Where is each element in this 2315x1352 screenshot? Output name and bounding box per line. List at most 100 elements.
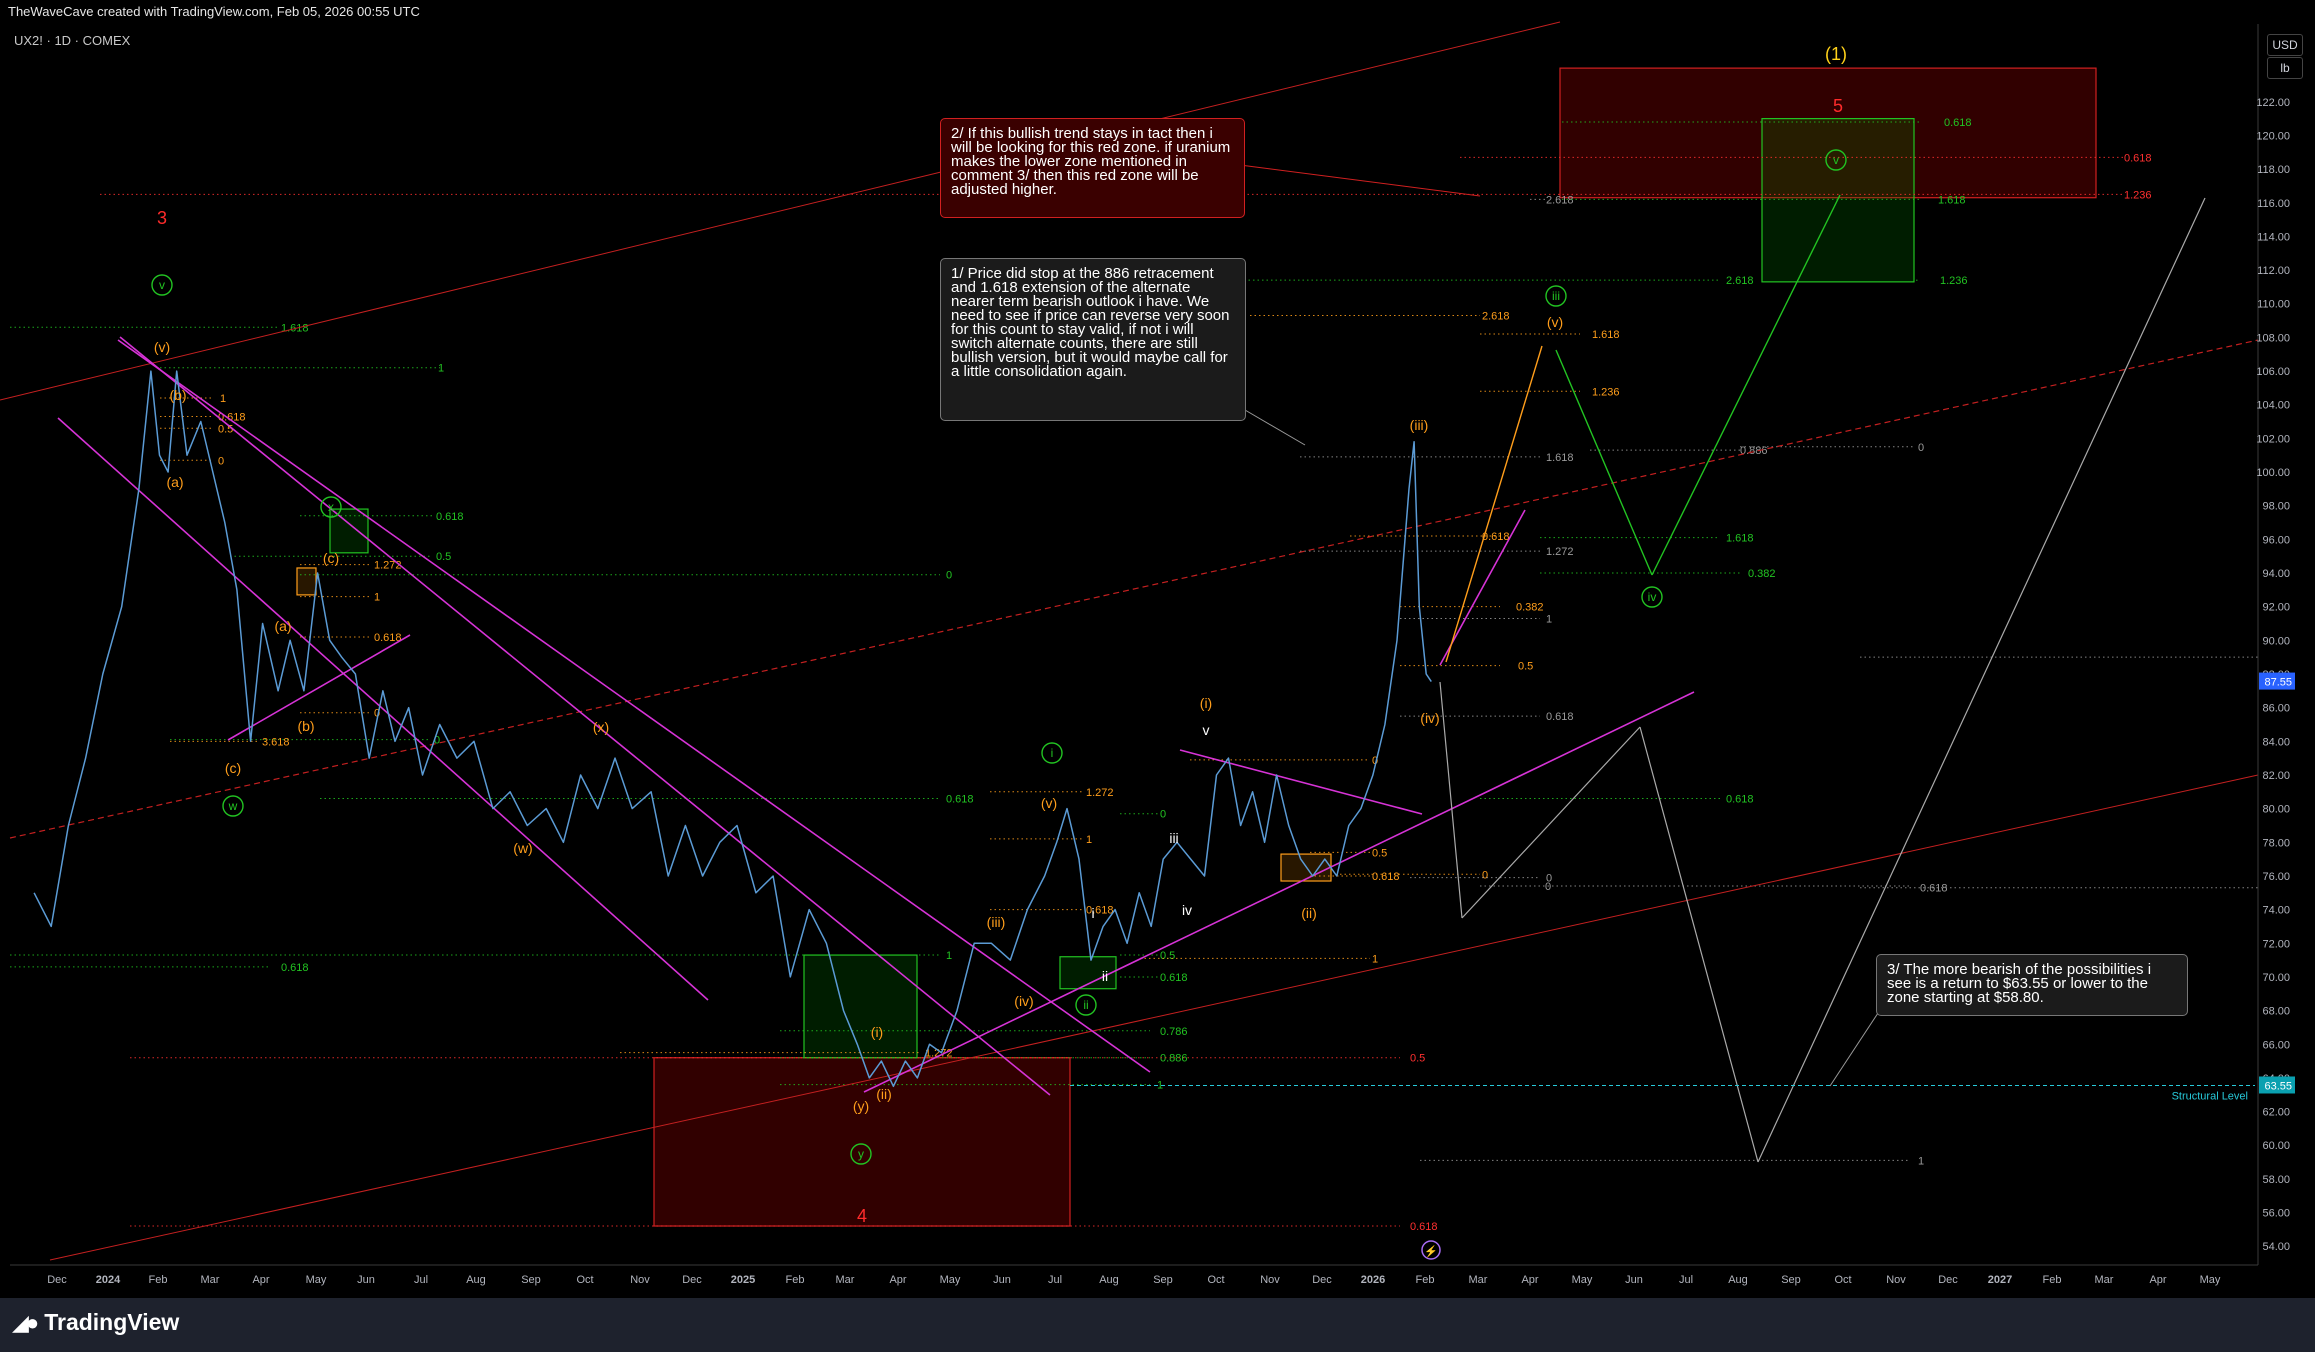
wave-label: (a) (274, 618, 291, 634)
wave-label: v (159, 278, 165, 292)
fib-level-label: 3.618 (262, 736, 290, 748)
fib-level-label: 2.618 (1726, 275, 1754, 287)
wave-label: ii (1102, 968, 1108, 984)
fib-level-label: 1 (946, 950, 952, 962)
x-tick-label: Nov (1260, 1274, 1280, 1286)
fib-level-label: 0.618 (1920, 883, 1948, 895)
x-tick-label: Dec (47, 1274, 67, 1286)
y-tick-label: 108.00 (2256, 332, 2290, 344)
wave-label: (w) (513, 840, 532, 856)
fib-level-label: 0.618 (1410, 1221, 1438, 1233)
y-tick-label: 54.00 (2262, 1241, 2290, 1253)
zone-orange (296, 567, 317, 596)
y-tick-label: 66.00 (2262, 1039, 2290, 1051)
x-tick-label: Jun (993, 1274, 1011, 1286)
note1-pointer (1244, 409, 1306, 446)
y-tick-label: 76.00 (2262, 871, 2290, 883)
wave-label: (a) (166, 474, 183, 490)
callout-note-2: 2/ If this bullish trend stays in tact t… (940, 118, 1245, 218)
x-tick-label: Dec (682, 1274, 702, 1286)
y-tick-label: 86.00 (2262, 703, 2290, 715)
fib-level-label: 0.618 (1944, 117, 1972, 129)
x-tick-label: Apr (1521, 1274, 1538, 1286)
y-tick-label: 74.00 (2262, 905, 2290, 917)
x-tick-label: Mar (836, 1274, 855, 1286)
fib-level-label: 1.272 (1086, 787, 1114, 799)
y-tick-label: 112.00 (2257, 265, 2290, 277)
y-tick-label: 102.00 (2256, 433, 2290, 445)
projection-gray-4 (1757, 197, 2206, 1163)
wave-label: ii (1083, 998, 1088, 1012)
fib-level-label: 1.236 (2124, 189, 2152, 201)
wave-label: (ii) (1301, 905, 1317, 921)
fib-level-label: 1.618 (1546, 452, 1574, 464)
y-tick-label: 84.00 (2262, 736, 2290, 748)
y-tick-label: 106.00 (2256, 366, 2290, 378)
wave-label: (v) (1547, 314, 1563, 330)
wave-label: (iii) (987, 914, 1006, 930)
fib-level-label: 0.618 (436, 511, 464, 523)
downtrend-line-2 (119, 336, 1051, 1096)
x-tick-label: Jul (1048, 1274, 1062, 1286)
x-tick-label: Dec (1938, 1274, 1958, 1286)
x-tick-label: 2024 (96, 1274, 121, 1286)
wave-label: (x) (593, 719, 609, 735)
fib-level-label: 0 (1482, 869, 1488, 881)
unit-button[interactable]: lb (2267, 57, 2303, 79)
fib-level-label: 1.618 (1938, 194, 1966, 206)
x-tick-label: Feb (786, 1274, 805, 1286)
fib-level-label: 1.272 (374, 560, 402, 572)
price-line (33, 370, 1432, 1088)
x-tick-label: Mar (201, 1274, 220, 1286)
wave-label: (v) (1041, 795, 1057, 811)
fib-level-label: 0.618 (946, 794, 974, 806)
fib-level-label: 0.618 (1726, 794, 1754, 806)
currency-button[interactable]: USD (2267, 34, 2303, 56)
fib-level-label: 1.272 (925, 1048, 953, 1060)
x-tick-label: Oct (1207, 1274, 1224, 1286)
callout-note-3: 3/ The more bearish of the possibilities… (1876, 954, 2188, 1016)
price-layer (33, 370, 1432, 1088)
y-tick-label: 68.00 (2262, 1006, 2290, 1018)
y-tick-label: 70.00 (2262, 972, 2290, 984)
wave-label: 3 (157, 208, 167, 228)
y-tick-label: 114.00 (2257, 231, 2290, 243)
fib-level-label: 1.618 (1592, 329, 1620, 341)
x-tick-label: Apr (889, 1274, 906, 1286)
fib-level-label: 0.618 (1160, 972, 1188, 984)
x-tick-label: 2027 (1988, 1274, 2012, 1286)
x-tick-label: Sep (521, 1274, 541, 1286)
fib-level-label: 1.618 (1726, 533, 1754, 545)
x-tick-label: Dec (1312, 1274, 1332, 1286)
note3-pointer (1829, 1009, 1881, 1087)
y-tick-label: 60.00 (2262, 1140, 2290, 1152)
wave-label: v (1203, 722, 1210, 738)
note2-pointer (1239, 164, 1481, 197)
wave-label: 4 (857, 1206, 867, 1226)
fib-level-label: 0.618 (1482, 531, 1510, 543)
fib-level-label: 1.272 (1546, 546, 1574, 558)
fib-level-label: 0.786 (1160, 1026, 1188, 1038)
x-tick-label: Sep (1781, 1274, 1801, 1286)
x-tick-label: Mar (1469, 1274, 1488, 1286)
wave-label: iv (1648, 590, 1657, 604)
x-tick-label: 2026 (1361, 1274, 1385, 1286)
projection-orange-1 (1445, 345, 1543, 663)
y-tick-label: 78.00 (2262, 837, 2290, 849)
uptrend-line (863, 691, 1695, 1093)
wave-label: (c) (323, 550, 339, 566)
y-tick-label: 104.00 (2256, 400, 2290, 412)
wave-label: (y) (853, 1098, 869, 1114)
tradingview-logo[interactable]: ◢● TradingView (12, 1309, 179, 1336)
footer-bar (0, 1298, 2315, 1352)
fib-level-label: 0.5 (1372, 847, 1387, 859)
downtrend-line-3 (117, 339, 1151, 1073)
wave-label: iv (1182, 902, 1192, 918)
fib-level-label: 0.618 (281, 962, 309, 974)
callout-note-1: 1/ Price did stop at the 886 retracement… (940, 258, 1246, 421)
y-tick-label: 62.00 (2262, 1107, 2290, 1119)
fib-level-label: 1 (1546, 613, 1552, 625)
y-tick-label: 118.00 (2257, 164, 2290, 176)
fib-level-label: 1.236 (1592, 386, 1620, 398)
structural-badge-label: 63.55 (2264, 1080, 2292, 1092)
